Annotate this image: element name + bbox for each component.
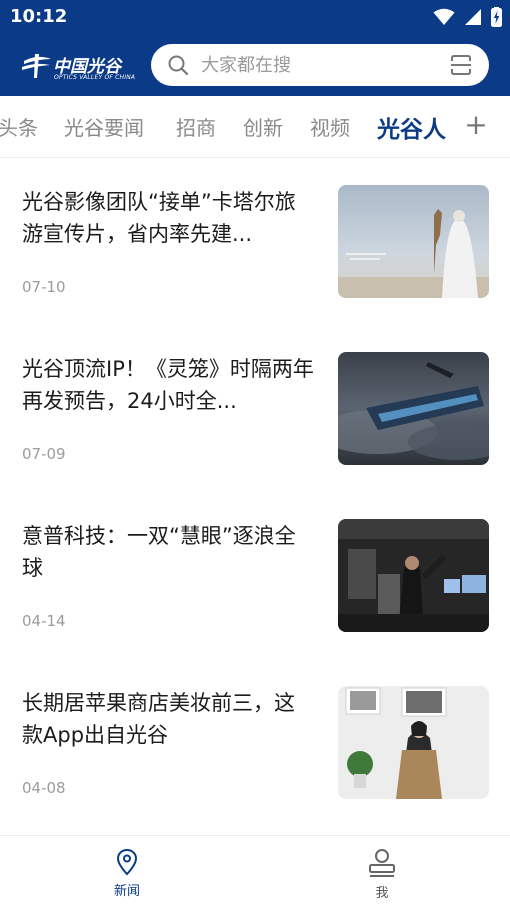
status-time: 10:12 <box>10 6 68 27</box>
location-pin-icon <box>116 848 138 876</box>
tab-investment[interactable]: 招商 <box>176 112 216 141</box>
news-title: 光谷顶流IP！《灵笼》时隔两年再发预告，24小时全... <box>22 357 314 413</box>
news-item[interactable]: 意普科技：一双“慧眼”逐浪全球 04-14 <box>0 492 510 659</box>
scan-icon[interactable] <box>449 53 473 77</box>
user-icon <box>369 849 395 877</box>
news-item[interactable]: 光谷顶流IP！《灵笼》时隔两年再发预告，24小时全... 07-09 <box>0 325 510 492</box>
news-date: 07-10 <box>22 278 66 296</box>
news-title: 长期居苹果商店美妆前三，这款App出自光谷 <box>22 691 295 747</box>
wifi-icon <box>433 8 455 25</box>
bottom-nav: 新闻 我 <box>0 835 510 906</box>
optics-valley-logo-icon <box>22 54 51 78</box>
logo-text-en: OPTICS VALLEY OF CHINA <box>54 74 136 81</box>
news-title: 意普科技：一双“慧眼”逐浪全球 <box>22 524 296 580</box>
app-logo[interactable]: 中国光谷 OPTICS VALLEY OF CHINA <box>20 48 136 82</box>
nav-news-label: 新闻 <box>113 884 140 899</box>
tab-optics-valley-news[interactable]: 光谷要闻 <box>64 112 144 141</box>
status-icons <box>433 7 502 27</box>
news-date: 04-08 <box>22 779 66 797</box>
tab-innovation[interactable]: 创新 <box>243 112 283 141</box>
search-icon <box>168 55 189 76</box>
nav-me-label: 我 <box>375 886 389 901</box>
news-date: 04-14 <box>22 612 66 630</box>
app-header: 中国光谷 OPTICS VALLEY OF CHINA <box>0 34 510 96</box>
news-item[interactable]: 光谷影像团队“接单”卡塔尔旅游宣传片，省内率先建... 07-10 <box>0 158 510 325</box>
tabs-track: 头条 光谷要闻 招商 创新 视频 光谷人 <box>0 96 456 158</box>
tab-headlines[interactable]: 头条 <box>0 112 38 141</box>
status-bar: 10:12 <box>0 0 510 34</box>
search-input[interactable] <box>201 50 431 80</box>
nav-me[interactable]: 我 <box>332 844 432 904</box>
news-thumbnail <box>338 185 489 298</box>
news-thumbnail <box>338 686 489 799</box>
news-thumbnail <box>338 352 489 465</box>
news-date: 07-09 <box>22 445 66 463</box>
search-bar[interactable] <box>151 44 489 86</box>
signal-icon <box>465 9 481 25</box>
battery-charging-icon <box>491 7 502 27</box>
add-channel-button[interactable]: + <box>464 108 488 142</box>
news-item[interactable]: 长期居苹果商店美妆前三，这款App出自光谷 04-08 <box>0 659 510 826</box>
news-title: 光谷影像团队“接单”卡塔尔旅游宣传片，省内率先建... <box>22 190 296 246</box>
tab-video[interactable]: 视频 <box>310 112 350 141</box>
tab-optics-valley-people[interactable]: 光谷人 <box>377 110 446 144</box>
nav-news[interactable]: 新闻 <box>77 844 177 904</box>
channel-tabs: 头条 光谷要闻 招商 创新 视频 光谷人 + <box>0 96 510 158</box>
news-thumbnail <box>338 519 489 632</box>
